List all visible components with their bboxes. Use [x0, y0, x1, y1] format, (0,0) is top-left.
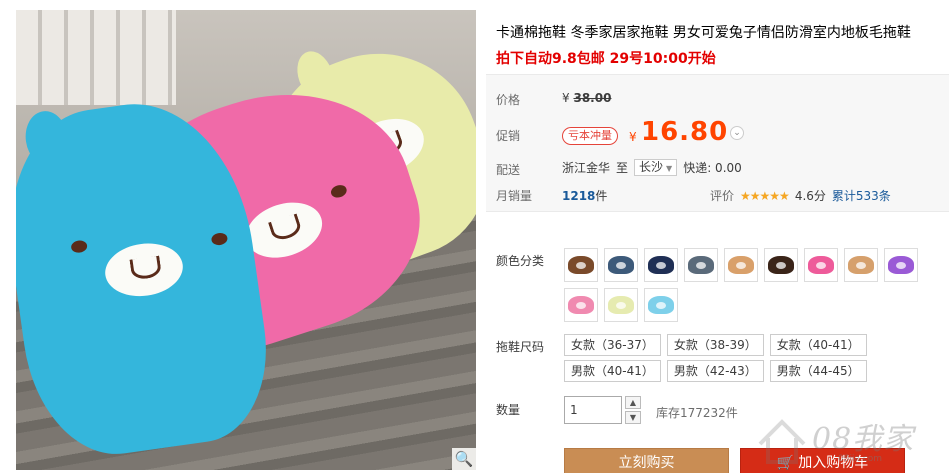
review-count-link[interactable]: 累计533条 [832, 187, 891, 204]
color-label: 颜色分类 [496, 254, 545, 268]
rating-stars: ★★★★★ [740, 188, 790, 203]
color-swatch[interactable] [604, 288, 638, 322]
buy-now-button[interactable]: 立刻购买 [564, 448, 729, 473]
size-option[interactable]: 女款（36-37） [564, 334, 661, 356]
color-swatch[interactable] [564, 288, 598, 322]
current-currency: ¥ [629, 130, 637, 144]
promo-label: 促销 [496, 129, 521, 143]
slipper-ear [22, 108, 72, 169]
promo-text: 拍下自动9.8包邮 29号10:00开始 [496, 51, 716, 67]
slipper-thumbnail [568, 256, 594, 274]
color-swatch[interactable] [884, 248, 918, 282]
slipper-eye [329, 183, 349, 200]
shipping-row: 浙江金华 至 长沙 ▼ 快递: 0.00 [562, 159, 742, 176]
shipping-to: 至 [616, 161, 629, 175]
slipper-thumbnail [648, 296, 674, 314]
slipper-thumbnail [768, 256, 794, 274]
rating-score: 4.6分 [794, 189, 826, 203]
color-swatch[interactable] [604, 248, 638, 282]
original-price-value: 38.00 [573, 91, 612, 105]
color-swatch[interactable] [804, 248, 838, 282]
monthly-sales: 1218件 [562, 187, 607, 204]
product-info-panel: 卡通棉拖鞋 冬季家居家拖鞋 男女可爱兔子情侣防滑室内地板毛拖鞋 拍下自动9.8包… [486, 0, 949, 473]
promo-tag: 亏本冲量 [562, 127, 618, 145]
slipper-thumbnail [648, 256, 674, 274]
color-swatch[interactable] [764, 248, 798, 282]
quantity-label: 数量 [496, 403, 521, 417]
size-options: 女款（36-37） 女款（38-39） 女款（40-41） 男款（40-41） 男款（4… [564, 334, 949, 382]
current-price: 16.80 [641, 117, 729, 147]
quantity-input[interactable] [564, 396, 622, 424]
slipper-thumbnail [888, 256, 914, 274]
size-option[interactable]: 男款（44-45） [769, 360, 867, 382]
rating-label: 评价 [710, 189, 735, 203]
monthly-sales-count: 1218 [562, 189, 596, 203]
color-swatches [564, 248, 949, 322]
chevron-down-icon: ▼ [666, 164, 673, 173]
slipper-thumbnail [848, 256, 874, 274]
shipping-label: 配送 [496, 163, 521, 177]
quantity-up-button[interactable]: ▲ [625, 396, 641, 409]
color-swatch[interactable] [564, 248, 598, 282]
size-option[interactable]: 女款（40-41） [769, 334, 867, 356]
background-fence [16, 10, 176, 105]
size-option[interactable]: 男款（42-43） [666, 360, 764, 382]
color-swatch[interactable] [684, 248, 718, 282]
color-swatch[interactable] [844, 248, 878, 282]
size-option[interactable]: 男款（40-41） [564, 360, 661, 382]
monthly-sales-label: 月销量 [496, 189, 533, 203]
slipper-thumbnail [568, 296, 594, 314]
price-box: 价格 ¥ 38.00 促销 亏本冲量 ¥ 16.80 ⌄ 配送 浙江金华 至 长… [486, 74, 949, 212]
slipper-thumbnail [688, 256, 714, 274]
chevron-down-icon[interactable]: ⌄ [730, 126, 744, 140]
slipper-muzzle [101, 238, 187, 301]
destination-select[interactable]: 长沙 ▼ [634, 159, 678, 176]
product-title: 卡通棉拖鞋 冬季家居家拖鞋 男女可爱兔子情侣防滑室内地板毛拖鞋 [496, 25, 911, 41]
original-currency: ¥ [562, 91, 570, 105]
slipper-thumbnail [808, 256, 834, 274]
monthly-sales-unit: 件 [595, 189, 608, 203]
express-fee: 快递: 0.00 [683, 161, 742, 175]
product-main-image[interactable]: 🔍 [16, 10, 476, 470]
size-option[interactable]: 女款（38-39） [666, 334, 764, 356]
rating-row: 评价 ★★★★★ 4.6分 累计533条 [710, 187, 891, 204]
quantity-down-button[interactable]: ▼ [625, 411, 641, 424]
size-label: 拖鞋尺码 [496, 340, 545, 354]
slipper-thumbnail [608, 256, 634, 274]
destination-value: 长沙 [639, 160, 664, 174]
slipper-eye [70, 239, 88, 254]
watermark-brand: 08我家 [812, 422, 915, 457]
color-swatch[interactable] [644, 248, 678, 282]
original-price: ¥ 38.00 [562, 91, 611, 105]
slipper-eye [210, 231, 229, 247]
stock-count: 库存177232件 [656, 406, 738, 420]
slipper-thumbnail [608, 296, 634, 314]
slipper-thumbnail [728, 256, 754, 274]
color-swatch[interactable] [724, 248, 758, 282]
shipping-origin: 浙江金华 [562, 161, 611, 175]
zoom-icon[interactable]: 🔍 [452, 448, 476, 470]
watermark-url: 08jia.com [838, 454, 883, 464]
color-swatch[interactable] [644, 288, 678, 322]
price-label: 价格 [496, 93, 521, 107]
